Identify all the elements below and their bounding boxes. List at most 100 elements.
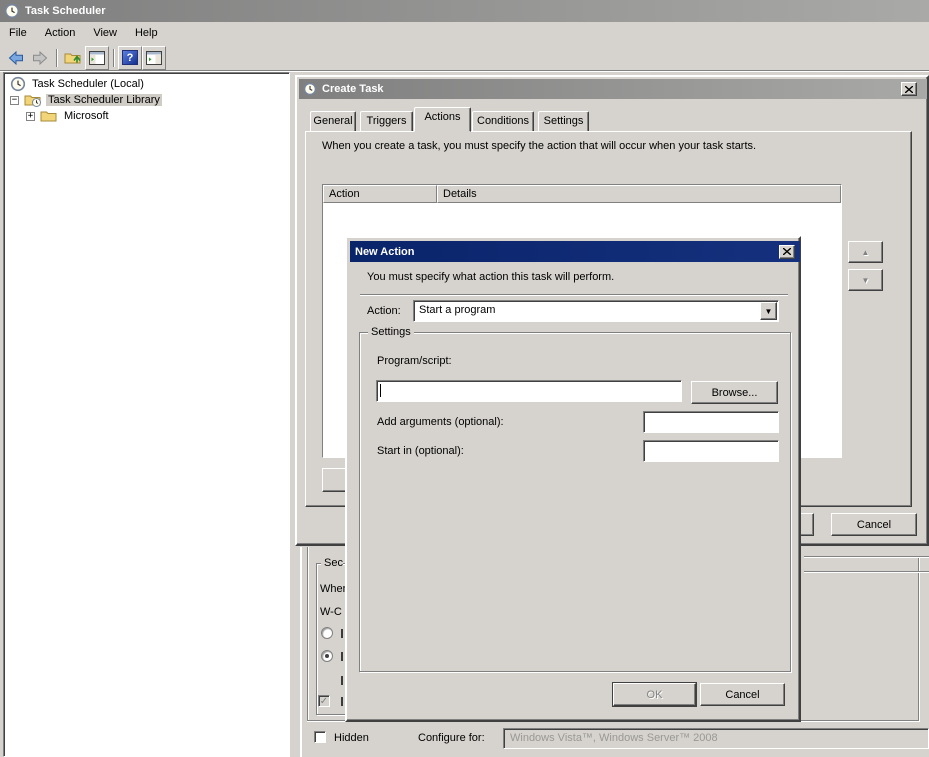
column-header-label: Details <box>443 188 477 200</box>
clipped-text-sliver <box>341 676 343 685</box>
clock-icon <box>10 76 26 92</box>
tab-label: Conditions <box>477 115 529 127</box>
toolbar: ? <box>0 44 929 71</box>
clipped-text-sliver <box>341 697 343 706</box>
show-action-pane-icon[interactable] <box>142 46 166 70</box>
account-instruction-text: When running the task, use the following… <box>320 583 345 595</box>
menu-bar: File Action View Help <box>0 22 929 44</box>
collapse-icon[interactable]: − <box>10 96 19 105</box>
clipped-text-sliver <box>341 652 343 661</box>
move-up-button[interactable]: ▲ <box>848 241 883 263</box>
tree-item-label[interactable]: Task Scheduler (Local) <box>30 78 146 90</box>
settings-group: Settings Program/script: Browse... Add a… <box>359 332 791 672</box>
new-action-title-bar: New Action <box>350 241 800 262</box>
column-header-label: Action <box>329 188 360 200</box>
tree-item-task-scheduler-local[interactable]: Task Scheduler (Local) <box>4 76 289 92</box>
panel-edge <box>804 571 929 572</box>
menu-view[interactable]: View <box>84 24 126 42</box>
up-one-level-icon[interactable] <box>61 46 85 70</box>
action-combobox[interactable]: Start a program ▼ <box>413 300 779 322</box>
run-whether-logged-on-radio[interactable] <box>321 650 333 662</box>
clipped-text-sliver <box>341 629 343 638</box>
start-in-input[interactable] <box>643 440 779 462</box>
tree-item-task-scheduler-library[interactable]: − Task Scheduler Library <box>4 92 289 108</box>
tab-conditions[interactable]: Conditions <box>472 111 534 132</box>
hidden-checkbox[interactable] <box>314 731 326 743</box>
actions-tab-description: When you create a task, you must specify… <box>322 140 902 152</box>
tab-label: General <box>313 115 352 127</box>
library-folder-icon <box>24 92 42 108</box>
tab-label: Triggers <box>367 115 407 127</box>
new-action-description: You must specify what action this task w… <box>367 271 787 283</box>
down-arrow-icon: ▼ <box>862 276 870 285</box>
account-name-text: W-C <box>320 606 345 618</box>
configure-for-label: Configure for: <box>418 732 485 744</box>
tab-actions[interactable]: Actions <box>414 107 471 132</box>
hidden-label: Hidden <box>334 732 369 744</box>
tab-label: Settings <box>544 115 584 127</box>
main-title-bar: Task Scheduler <box>0 0 929 22</box>
create-task-title: Create Task <box>322 83 384 95</box>
separator-line <box>360 294 788 296</box>
forward-icon[interactable] <box>28 46 52 70</box>
action-combobox-value: Start a program <box>419 304 495 316</box>
back-icon[interactable] <box>4 46 28 70</box>
actions-table-header-action[interactable]: Action <box>323 185 437 203</box>
new-action-title: New Action <box>355 246 415 258</box>
run-when-logged-on-radio[interactable] <box>321 627 333 639</box>
console-tree-pane: Task Scheduler (Local) − Task Scheduler … <box>3 72 290 757</box>
tree-item-microsoft[interactable]: + Microsoft <box>4 108 289 124</box>
chevron-down-icon[interactable]: ▼ <box>760 302 777 320</box>
clock-icon <box>303 82 317 96</box>
configure-for-value: Windows Vista™, Windows Server™ 2008 <box>510 732 718 744</box>
move-down-button[interactable]: ▼ <box>848 269 883 291</box>
configure-for-combobox[interactable]: Windows Vista™, Windows Server™ 2008 <box>503 728 929 749</box>
task-scheduler-screen: Task Scheduler File Action View Help <box>0 0 929 757</box>
add-arguments-input[interactable] <box>643 411 779 433</box>
close-icon[interactable] <box>901 82 917 96</box>
settings-group-label: Settings <box>368 326 414 338</box>
add-arguments-label: Add arguments (optional): <box>377 416 504 428</box>
close-icon[interactable] <box>779 245 795 259</box>
tab-general[interactable]: General <box>310 111 356 132</box>
actions-table-header-details[interactable]: Details <box>437 185 841 203</box>
text-caret <box>380 384 381 397</box>
button-label: OK <box>647 689 663 701</box>
folder-icon <box>40 108 58 124</box>
show-console-tree-icon[interactable] <box>85 46 109 70</box>
toolbar-separator <box>56 49 57 67</box>
up-arrow-icon: ▲ <box>862 248 870 257</box>
tab-settings[interactable]: Settings <box>538 111 589 132</box>
action-label: Action: <box>367 305 401 317</box>
help-icon[interactable]: ? <box>118 46 142 70</box>
new-action-cancel-button[interactable]: Cancel <box>700 683 785 706</box>
menu-help[interactable]: Help <box>126 24 167 42</box>
button-label: Cancel <box>857 519 891 531</box>
program-script-input[interactable] <box>376 380 682 402</box>
start-in-label: Start in (optional): <box>377 445 464 457</box>
toolbar-separator <box>113 49 114 67</box>
expand-icon[interactable]: + <box>26 112 35 121</box>
tab-page-left-edge <box>307 547 308 721</box>
create-task-title-bar: Create Task <box>299 79 927 99</box>
clock-icon <box>4 3 20 19</box>
browse-button[interactable]: Browse... <box>691 381 778 404</box>
toolbar-bottom-edge <box>0 70 929 71</box>
new-action-dialog: New Action You must specify what action … <box>345 236 801 722</box>
run-highest-privileges-checkbox[interactable]: ✓ <box>318 695 330 707</box>
button-label: Cancel <box>725 689 759 701</box>
new-action-ok-button[interactable]: OK <box>613 683 696 706</box>
tab-label: Actions <box>424 111 460 123</box>
tree-item-label[interactable]: Microsoft <box>62 110 111 122</box>
window-left-edge <box>300 547 302 757</box>
menu-file[interactable]: File <box>0 24 36 42</box>
panel-edge <box>804 556 929 557</box>
create-task-cancel-button[interactable]: Cancel <box>831 513 917 536</box>
tab-page-right-edge <box>918 556 919 721</box>
main-window-title: Task Scheduler <box>25 5 106 17</box>
menu-action[interactable]: Action <box>36 24 85 42</box>
tree-item-label[interactable]: Task Scheduler Library <box>46 94 162 106</box>
button-label: Browse... <box>712 387 758 399</box>
tab-triggers[interactable]: Triggers <box>360 111 413 132</box>
security-options-label: Security options <box>321 557 343 569</box>
